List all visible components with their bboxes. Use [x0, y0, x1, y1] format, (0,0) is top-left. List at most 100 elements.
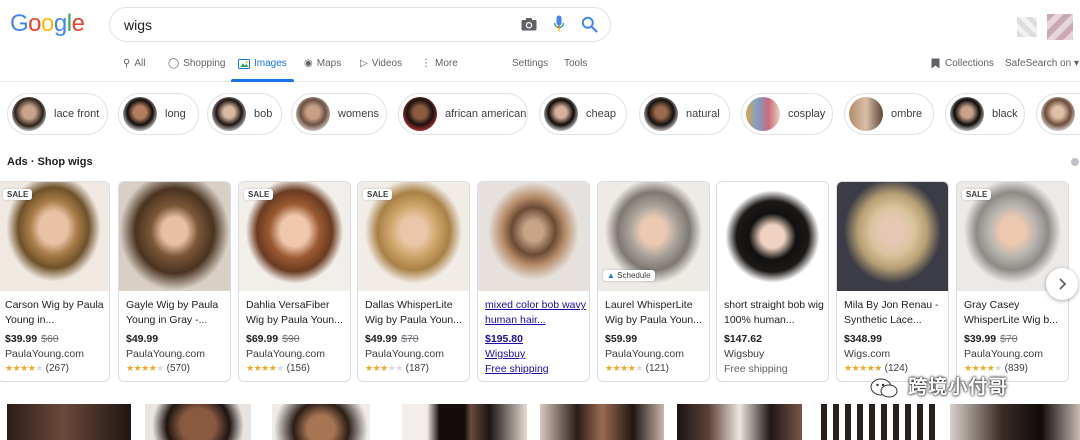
review-count: (156): [283, 363, 310, 374]
tab-images[interactable]: Images: [238, 58, 287, 69]
collections-link[interactable]: Collections: [931, 58, 994, 69]
image-results-row: [0, 404, 1080, 440]
product-image[interactable]: [837, 182, 948, 291]
product-title[interactable]: Carson Wig by Paula Young in...: [5, 298, 107, 328]
image-icon: [238, 58, 250, 69]
image-result[interactable]: [540, 404, 664, 440]
avatar[interactable]: [1047, 14, 1073, 40]
chip-womens[interactable]: womens: [291, 93, 387, 135]
product-card[interactable]: SALE Carson Wig by Paula Young in... $39.9…: [0, 181, 110, 382]
chip-long[interactable]: long: [118, 93, 199, 135]
search-box[interactable]: [109, 7, 611, 42]
sale-badge: SALE: [244, 189, 274, 200]
search-icon[interactable]: [581, 16, 598, 33]
schedule-badge[interactable]: ▲ Schedule: [603, 270, 655, 281]
product-title[interactable]: Gray Casey WhisperLite Wig b...: [964, 298, 1066, 328]
product-title[interactable]: Dallas WhisperLite Wig by Paula Youn...: [365, 298, 467, 328]
bookmark-icon: [931, 58, 940, 69]
chip-cosplay[interactable]: cosplay: [741, 93, 833, 135]
chip-thumbnail: [403, 97, 437, 131]
chip-label: cosplay: [788, 108, 826, 120]
product-title[interactable]: Mila By Jon Renau - Synthetic Lace...: [844, 298, 946, 328]
review-count: (267): [42, 363, 69, 374]
star-icons: ★★★★★: [246, 363, 284, 373]
chip-african-american[interactable]: african american: [398, 93, 528, 135]
tab-more[interactable]: ⋮ More: [421, 58, 458, 69]
chip-thumbnail: [212, 97, 246, 131]
search-input[interactable]: [124, 16, 504, 34]
image-result[interactable]: [272, 404, 370, 440]
tab-maps[interactable]: ◉ Maps: [304, 58, 341, 69]
product-card[interactable]: SALE Dallas WhisperLite Wig by Paula Youn…: [357, 181, 470, 382]
ads-heading: Ads · Shop wigs: [7, 156, 93, 168]
chip-label: cheap: [586, 108, 616, 120]
pin-icon: ◉: [304, 57, 313, 69]
product-card[interactable]: Gayle Wig by Paula Young in Gray -... $49…: [118, 181, 231, 382]
chip-label: ombre: [891, 108, 923, 120]
product-card[interactable]: short straight bob wig 100% human... $147…: [716, 181, 829, 382]
chip-label: african american: [445, 108, 527, 120]
star-icons: ★★★★★: [365, 363, 403, 373]
schedule-label: Schedule: [617, 271, 651, 280]
tab-shopping[interactable]: ◯ Shopping: [168, 58, 225, 69]
chip-label: womens: [338, 108, 379, 120]
price-value: $39.99: [5, 333, 38, 345]
settings-link[interactable]: Settings: [512, 58, 548, 69]
product-image[interactable]: [119, 182, 230, 291]
product-title[interactable]: short straight bob wig 100% human...: [724, 298, 826, 328]
chip-label: natural: [686, 108, 720, 120]
product-title[interactable]: Dahlia VersaFiber Wig by Paula Youn...: [246, 298, 348, 328]
product-title[interactable]: Gayle Wig by Paula Young in Gray -...: [126, 298, 228, 328]
image-result[interactable]: [402, 404, 527, 440]
product-price: $195.80: [485, 333, 523, 345]
merchant-name: PaulaYoung.com: [5, 348, 85, 360]
image-result[interactable]: [145, 404, 251, 440]
chip-thumbnail: [746, 97, 780, 131]
chip-more[interactable]: [1036, 93, 1080, 135]
merchant-name: PaulaYoung.com: [964, 348, 1044, 360]
product-title[interactable]: Laurel WhisperLite Wig by Paula Youn...: [605, 298, 707, 328]
price-value: $348.99: [844, 333, 882, 345]
chip-natural[interactable]: natural: [639, 93, 730, 135]
image-result[interactable]: [950, 404, 1080, 440]
chip-bob[interactable]: bob: [207, 93, 282, 135]
product-card[interactable]: Mila By Jon Renau - Synthetic Lace... $34…: [836, 181, 949, 382]
merchant-name: PaulaYoung.com: [365, 348, 445, 360]
logo-letter: o: [41, 10, 54, 37]
product-card[interactable]: SALE Dahlia VersaFiber Wig by Paula Youn.…: [238, 181, 351, 382]
price-value: $147.62: [724, 333, 762, 345]
tab-all[interactable]: ⚲ All: [123, 58, 145, 69]
product-price: $49.99 $70: [365, 333, 419, 345]
price-value: $49.99: [126, 333, 159, 345]
sale-badge: SALE: [962, 189, 992, 200]
tools-link[interactable]: Tools: [564, 58, 587, 69]
apps-grid-icon[interactable]: [1017, 17, 1037, 37]
product-image[interactable]: [717, 182, 828, 291]
info-icon[interactable]: [1071, 158, 1079, 166]
tab-videos[interactable]: ▷ Videos: [360, 58, 402, 69]
google-logo[interactable]: Google: [10, 10, 85, 38]
tab-label: Images: [254, 58, 287, 69]
image-result[interactable]: [7, 404, 131, 440]
product-card[interactable]: ▲ Schedule Laurel WhisperLite Wig by Paul…: [597, 181, 710, 382]
mic-icon[interactable]: [553, 15, 565, 33]
image-result[interactable]: [677, 404, 802, 440]
logo-letter: e: [71, 10, 85, 37]
chip-thumbnail: [123, 97, 157, 131]
collections-label: Collections: [945, 58, 994, 69]
chip-ombre[interactable]: ombre: [844, 93, 934, 135]
next-button[interactable]: [1046, 268, 1078, 300]
price-value: $49.99: [365, 333, 398, 345]
product-image[interactable]: [478, 182, 589, 291]
camera-icon[interactable]: [521, 17, 537, 31]
schedule-icon: ▲: [607, 271, 615, 280]
original-price: $60: [41, 333, 59, 345]
product-card[interactable]: mixed color bob wavy human hair... $195.8…: [477, 181, 590, 382]
chip-black[interactable]: black: [945, 93, 1025, 135]
chip-cheap[interactable]: cheap: [539, 93, 627, 135]
safesearch-toggle[interactable]: SafeSearch on ▾: [1005, 58, 1079, 69]
merchant-name: PaulaYoung.com: [126, 348, 206, 360]
chip-lace-front[interactable]: lace front: [7, 93, 108, 135]
product-title[interactable]: mixed color bob wavy human hair...: [485, 298, 587, 328]
image-result[interactable]: [815, 404, 939, 440]
